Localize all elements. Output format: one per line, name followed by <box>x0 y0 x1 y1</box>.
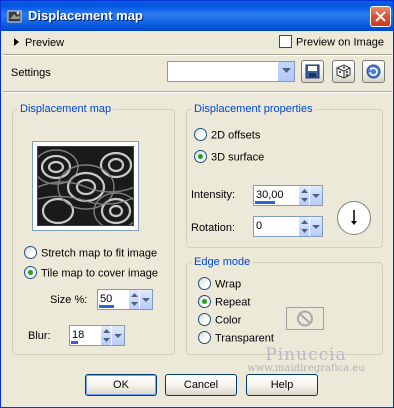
randomize-dice-icon <box>336 64 351 79</box>
checkbox-box[interactable] <box>279 35 292 48</box>
reset-icon <box>366 64 381 79</box>
cancel-button[interactable]: Cancel <box>165 374 237 396</box>
size-dropdown-icon[interactable] <box>140 290 152 309</box>
intensity-spin-field[interactable]: 30,00 <box>253 185 323 206</box>
stretch-map-radio[interactable]: Stretch map to fit image <box>24 246 158 260</box>
wrap-label: Wrap <box>215 278 242 291</box>
edge-mode-group-title: Edge mode <box>192 256 253 268</box>
radio-circle[interactable] <box>194 128 207 141</box>
blur-slider-bar[interactable] <box>71 341 78 344</box>
2d-offsets-label: 2D offsets <box>211 129 261 142</box>
intensity-slider-bar[interactable] <box>255 201 275 204</box>
rotation-dial-icon <box>351 210 357 225</box>
preview-triangle-icon <box>14 38 19 47</box>
size-slider-bar[interactable] <box>99 305 114 308</box>
rotation-spin-field[interactable]: 0 <box>253 216 323 237</box>
size-spin-buttons[interactable] <box>128 290 152 309</box>
displacement-properties-group-title: Displacement properties <box>192 103 315 115</box>
blur-spin-field[interactable]: 18 <box>69 325 125 346</box>
tile-map-label: Tile map to cover image <box>41 267 158 280</box>
rotation-dropdown-icon[interactable] <box>310 217 322 236</box>
intensity-label: Intensity: <box>191 189 236 201</box>
intensity-up-down-icon[interactable] <box>298 186 309 205</box>
size-value: 50 <box>100 293 113 305</box>
preview-label: Preview <box>25 37 65 49</box>
preview-toggle[interactable]: Preview <box>14 37 64 51</box>
rotation-up-down-icon[interactable] <box>298 217 309 236</box>
blur-dropdown-icon[interactable] <box>112 326 124 345</box>
rotation-spin-buttons[interactable] <box>298 217 322 236</box>
2d-offsets-radio[interactable]: 2D offsets <box>194 128 261 142</box>
displacement-map-dialog: Displacement map Preview Preview on Imag… <box>0 0 394 408</box>
intensity-value: 30,00 <box>256 189 284 201</box>
intensity-dropdown-icon[interactable] <box>310 186 322 205</box>
save-preset-icon <box>305 64 320 79</box>
radio-circle[interactable] <box>24 246 37 259</box>
rotation-dial[interactable] <box>337 201 371 235</box>
save-preset-button[interactable] <box>301 60 324 83</box>
preview-on-image-label: Preview on Image <box>296 36 385 49</box>
color-radio[interactable]: Color <box>198 313 242 327</box>
repeat-radio[interactable]: Repeat <box>198 295 251 309</box>
3d-surface-label: 3D surface <box>211 151 265 164</box>
size-spin-field[interactable]: 50 <box>97 289 153 310</box>
intensity-spin-buttons[interactable] <box>298 186 322 205</box>
title-bar[interactable]: Displacement map <box>1 1 393 31</box>
divider <box>3 54 392 56</box>
transparent-label: Transparent <box>215 332 274 345</box>
blur-value: 18 <box>72 329 85 341</box>
settings-dropdown-button[interactable] <box>277 62 294 81</box>
preview-on-image-checkbox[interactable]: Preview on Image <box>279 35 385 49</box>
3d-surface-radio[interactable]: 3D surface <box>194 150 265 164</box>
divider <box>3 91 392 93</box>
settings-combo[interactable] <box>167 61 295 82</box>
size-label: Size %: <box>50 294 88 306</box>
tile-map-radio[interactable]: Tile map to cover image <box>24 266 158 280</box>
window-title: Displacement map <box>28 8 143 23</box>
blur-label: Blur: <box>28 330 51 342</box>
radio-circle-selected[interactable] <box>194 150 207 163</box>
radio-circle-selected[interactable] <box>198 295 211 308</box>
rotation-value: 0 <box>256 220 263 232</box>
wrap-radio[interactable]: Wrap <box>198 277 242 291</box>
radio-circle[interactable] <box>198 331 211 344</box>
settings-label: Settings <box>11 67 51 79</box>
app-icon <box>7 8 23 24</box>
size-up-down-icon[interactable] <box>128 290 139 309</box>
randomize-button[interactable] <box>332 60 355 83</box>
edge-color-swatch[interactable] <box>286 307 324 330</box>
displacement-map-group-title: Displacement map <box>18 103 114 115</box>
combo-arrow-icon <box>282 68 291 73</box>
stretch-map-label: Stretch map to fit image <box>41 247 158 260</box>
watermark: Pinuccia www.maidiregrafica.eu <box>231 345 381 374</box>
no-color-icon <box>297 310 313 327</box>
rotation-label: Rotation: <box>191 222 236 234</box>
close-icon <box>375 11 386 22</box>
ok-button[interactable]: OK <box>85 374 157 396</box>
close-button[interactable] <box>370 6 391 27</box>
radio-circle[interactable] <box>198 277 211 290</box>
repeat-label: Repeat <box>215 296 251 309</box>
map-thumbnail <box>37 146 134 226</box>
blur-up-down-icon[interactable] <box>100 326 111 345</box>
blur-spin-buttons[interactable] <box>100 326 124 345</box>
displacement-map-preview[interactable] <box>32 141 139 231</box>
radio-circle[interactable] <box>198 313 211 326</box>
watermark-name: Pinuccia <box>265 345 347 365</box>
radio-circle-selected[interactable] <box>24 266 37 279</box>
watermark-site: www.maidiregrafica.eu <box>247 363 365 374</box>
help-button[interactable]: Help <box>246 374 318 396</box>
transparent-radio[interactable]: Transparent <box>198 331 274 345</box>
reset-button[interactable] <box>362 60 385 83</box>
color-label: Color <box>215 314 242 327</box>
